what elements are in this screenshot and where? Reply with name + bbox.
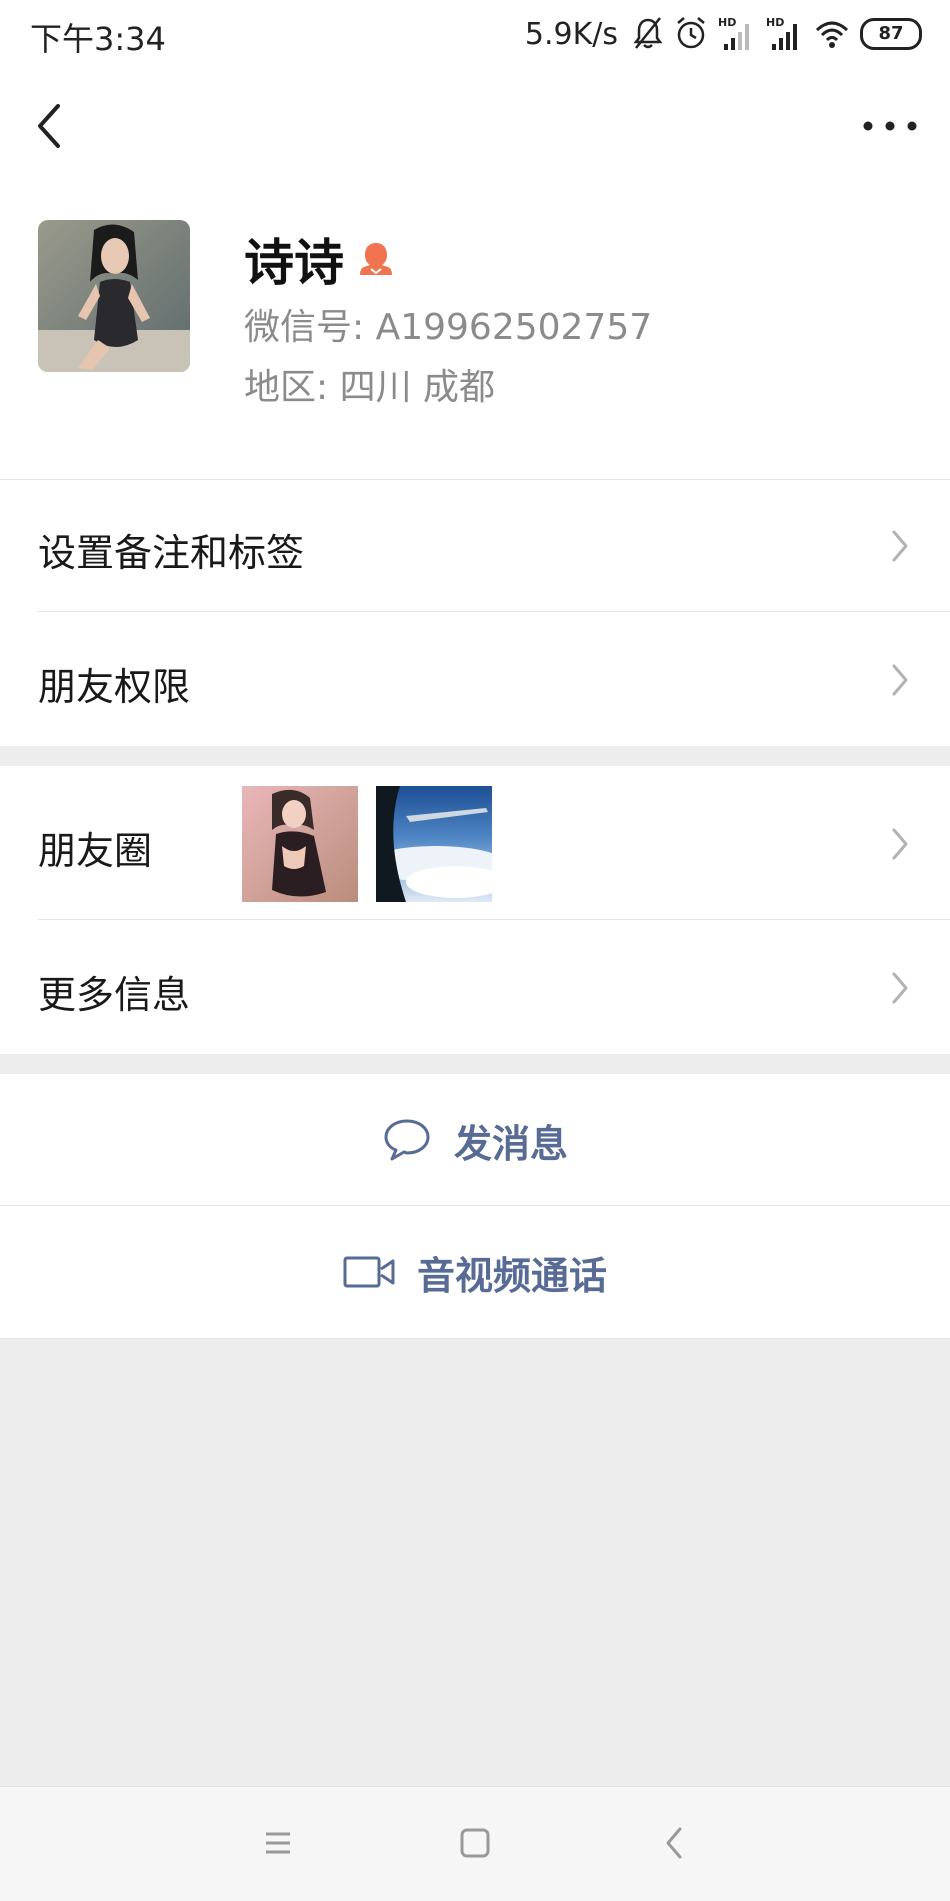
video-camera-icon <box>343 1256 395 1288</box>
name-row: 诗诗 <box>244 224 396 294</box>
back-icon[interactable] <box>655 1823 695 1863</box>
chevron-right-icon <box>892 664 908 696</box>
alarm-icon <box>677 17 705 49</box>
more-dots-icon[interactable] <box>860 118 920 134</box>
contact-profile-page: 下午3:34 5.9K/s HD HD 87 诗诗 微信号: A19962502… <box>0 0 950 1901</box>
network-speed: 5.9K/s <box>524 16 618 52</box>
chevron-right-icon <box>892 530 908 562</box>
friend-permissions-cell[interactable]: 朋友权限 <box>0 612 950 746</box>
hd-signal-icon: HD <box>766 14 804 54</box>
region: 地区: 四川 成都 <box>244 367 496 408</box>
moments-thumbnail <box>242 786 358 902</box>
chat-bubble-icon <box>384 1119 430 1161</box>
battery-icon: 87 <box>860 18 922 50</box>
moments-cell[interactable]: 朋友圈 <box>0 766 950 920</box>
more-info-label: 更多信息 <box>38 973 191 1017</box>
menu-icon[interactable] <box>258 1823 298 1863</box>
contact-name: 诗诗 <box>244 234 344 292</box>
home-icon[interactable] <box>455 1823 495 1863</box>
remark-tags-cell[interactable]: 设置备注和标签 <box>0 480 950 612</box>
nav-bar <box>0 68 950 180</box>
chevron-right-icon <box>892 828 908 860</box>
status-icons: 5.9K/s HD HD 87 <box>525 12 922 56</box>
avatar[interactable] <box>38 220 190 372</box>
moments-thumbnail <box>376 786 492 902</box>
more-info-cell[interactable]: 更多信息 <box>0 920 950 1054</box>
send-message-label: 发消息 <box>453 1121 568 1166</box>
female-icon <box>360 243 392 275</box>
send-message-button[interactable]: 发消息 <box>0 1074 950 1206</box>
av-call-label: 音视频通话 <box>416 1253 607 1298</box>
wifi-icon <box>815 21 849 48</box>
status-bar: 下午3:34 5.9K/s HD HD 87 <box>0 0 950 68</box>
chevron-right-icon <box>892 972 908 1004</box>
system-nav-bar <box>0 1786 950 1901</box>
av-call-button[interactable]: 音视频通话 <box>0 1206 950 1338</box>
divider <box>0 1338 950 1339</box>
mute-bell-icon <box>633 17 663 49</box>
friend-permissions-label: 朋友权限 <box>38 665 191 709</box>
hd-signal-icon: HD <box>718 14 756 54</box>
remark-tags-label: 设置备注和标签 <box>38 531 305 575</box>
profile-header: 诗诗 微信号: A19962502757 地区: 四川 成都 <box>0 180 950 480</box>
moments-label: 朋友圈 <box>38 829 153 873</box>
status-time: 下午3:34 <box>30 20 166 58</box>
wechat-id: 微信号: A19962502757 <box>244 307 653 348</box>
chevron-left-icon[interactable] <box>30 102 70 150</box>
